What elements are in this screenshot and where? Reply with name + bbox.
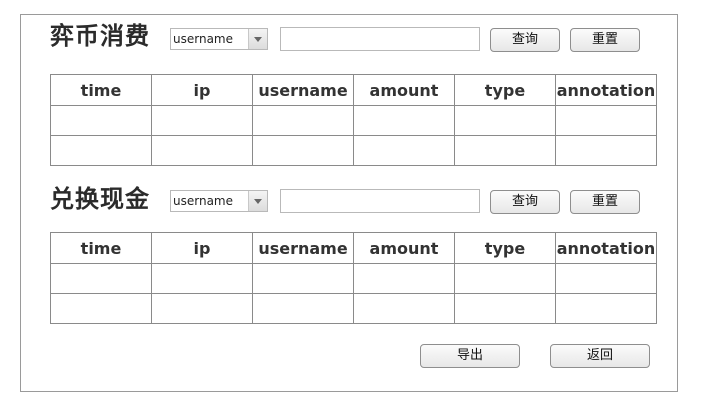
exchange-table: time ip username amount type annotation: [50, 232, 657, 324]
section-title-coin-consumption: 弈币消费: [50, 22, 150, 50]
field-select-value: username: [173, 194, 233, 208]
table-header-row: time ip username amount type annotation: [50, 74, 657, 106]
table-cell: [151, 135, 253, 166]
consumption-table: time ip username amount type annotation: [50, 74, 657, 166]
table-cell: [454, 293, 556, 324]
table-cell: [252, 293, 354, 324]
table-cell: [353, 135, 455, 166]
table-cell: [454, 105, 556, 136]
table-row: [50, 293, 657, 324]
column-header: annotation: [555, 232, 657, 264]
table-row: [50, 263, 657, 294]
table-cell: [555, 105, 657, 136]
table-row: [50, 135, 657, 166]
chevron-down-icon[interactable]: [248, 191, 267, 211]
table-cell: [252, 263, 354, 294]
column-header: type: [454, 74, 556, 106]
table-cell: [555, 135, 657, 166]
section-title-cash-exchange: 兑换现金: [50, 185, 150, 213]
field-select[interactable]: username: [170, 28, 268, 50]
field-select-value: username: [173, 32, 233, 46]
field-select[interactable]: username: [170, 190, 268, 212]
export-button[interactable]: 导出: [420, 344, 520, 368]
column-header: time: [50, 74, 152, 106]
table-cell: [555, 293, 657, 324]
table-header-row: time ip username amount type annotation: [50, 232, 657, 264]
search-input[interactable]: [280, 189, 480, 213]
chevron-down-icon[interactable]: [248, 29, 267, 49]
table-row: [50, 105, 657, 136]
table-cell: [50, 263, 152, 294]
search-input[interactable]: [280, 27, 480, 51]
table-cell: [353, 293, 455, 324]
table-cell: [353, 105, 455, 136]
table-cell: [252, 105, 354, 136]
table-cell: [555, 263, 657, 294]
column-header: type: [454, 232, 556, 264]
column-header: annotation: [555, 74, 657, 106]
query-button[interactable]: 查询: [490, 190, 560, 214]
table-cell: [151, 293, 253, 324]
column-header: amount: [353, 232, 455, 264]
column-header: username: [252, 74, 354, 106]
table-cell: [353, 263, 455, 294]
table-cell: [454, 263, 556, 294]
reset-button[interactable]: 重置: [570, 28, 640, 52]
table-cell: [151, 105, 253, 136]
table-cell: [50, 293, 152, 324]
table-cell: [454, 135, 556, 166]
table-cell: [50, 105, 152, 136]
query-button[interactable]: 查询: [490, 28, 560, 52]
table-cell: [252, 135, 354, 166]
column-header: ip: [151, 74, 253, 106]
back-button[interactable]: 返回: [550, 344, 650, 368]
column-header: ip: [151, 232, 253, 264]
reset-button[interactable]: 重置: [570, 190, 640, 214]
column-header: username: [252, 232, 354, 264]
column-header: amount: [353, 74, 455, 106]
column-header: time: [50, 232, 152, 264]
table-cell: [50, 135, 152, 166]
table-cell: [151, 263, 253, 294]
